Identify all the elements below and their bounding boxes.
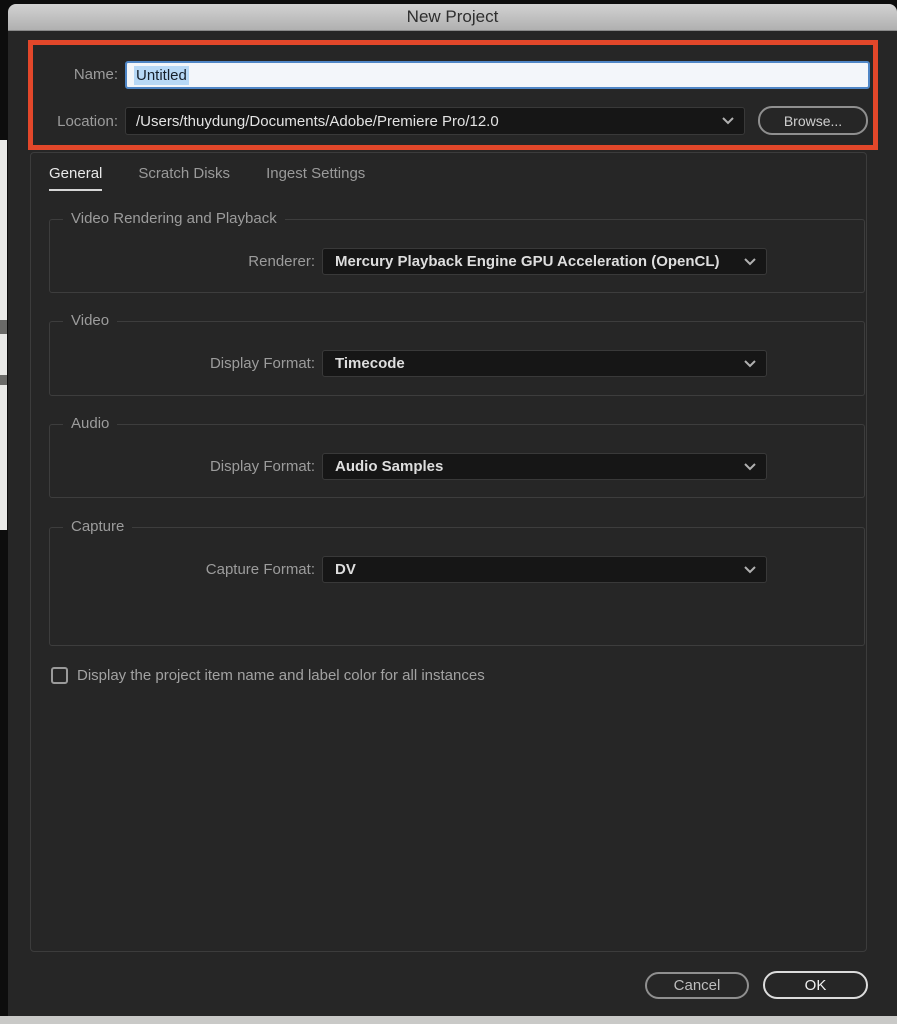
browse-button[interactable]: Browse...	[758, 106, 868, 135]
tab-ingest-settings[interactable]: Ingest Settings	[266, 165, 365, 191]
tab-general[interactable]: General	[49, 165, 102, 191]
settings-panel: General Scratch Disks Ingest Settings Vi…	[30, 152, 867, 952]
tab-bar: General Scratch Disks Ingest Settings	[49, 165, 365, 191]
ok-button[interactable]: OK	[763, 971, 868, 999]
audio-display-format-value: Audio Samples	[323, 458, 744, 475]
capture-format-value: DV	[323, 561, 744, 578]
browse-button-label: Browse...	[784, 113, 842, 129]
capture-format-label: Capture Format:	[50, 561, 315, 578]
location-value: /Users/thuydung/Documents/Adobe/Premiere…	[126, 113, 722, 130]
chevron-down-icon	[744, 566, 756, 574]
renderer-value: Mercury Playback Engine GPU Acceleration…	[323, 253, 744, 270]
renderer-label: Renderer:	[50, 253, 315, 270]
display-item-name-checkbox-label: Display the project item name and label …	[77, 667, 485, 684]
group-audio: Audio Display Format: Audio Samples	[49, 424, 865, 498]
display-item-name-checkbox-row: Display the project item name and label …	[51, 667, 485, 684]
chevron-down-icon	[744, 360, 756, 368]
desktop-background-strip	[0, 1016, 897, 1024]
chevron-down-icon	[722, 117, 734, 125]
group-audio-legend: Audio	[63, 415, 117, 432]
video-display-format-value: Timecode	[323, 355, 744, 372]
chevron-down-icon	[744, 463, 756, 471]
group-video-rendering-legend: Video Rendering and Playback	[63, 210, 285, 227]
ok-button-label: OK	[805, 977, 827, 994]
location-dropdown[interactable]: /Users/thuydung/Documents/Adobe/Premiere…	[125, 107, 745, 135]
background-window-edge	[0, 140, 7, 530]
new-project-dialog: New Project Name: Untitled Location: /Us…	[8, 4, 897, 1016]
audio-display-format-label: Display Format:	[50, 458, 315, 475]
cancel-button-label: Cancel	[674, 977, 721, 994]
dialog-title: New Project	[407, 7, 499, 27]
name-label: Name:	[30, 66, 118, 83]
cancel-button[interactable]: Cancel	[645, 972, 749, 999]
tab-scratch-disks[interactable]: Scratch Disks	[138, 165, 230, 191]
renderer-dropdown[interactable]: Mercury Playback Engine GPU Acceleration…	[322, 248, 767, 275]
capture-format-dropdown[interactable]: DV	[322, 556, 767, 583]
group-video-legend: Video	[63, 312, 117, 329]
display-item-name-checkbox[interactable]	[51, 667, 68, 684]
background-window-mark	[0, 320, 7, 334]
video-display-format-label: Display Format:	[50, 355, 315, 372]
audio-display-format-dropdown[interactable]: Audio Samples	[322, 453, 767, 480]
background-window-mark	[0, 375, 7, 385]
group-video-rendering: Video Rendering and Playback Renderer: M…	[49, 219, 865, 293]
group-capture: Capture Capture Format: DV	[49, 527, 865, 646]
project-name-value: Untitled	[134, 66, 189, 85]
dialog-titlebar[interactable]: New Project	[8, 4, 897, 31]
group-capture-legend: Capture	[63, 518, 132, 535]
video-display-format-dropdown[interactable]: Timecode	[322, 350, 767, 377]
location-label: Location:	[30, 113, 118, 130]
project-name-input[interactable]: Untitled	[125, 61, 870, 89]
chevron-down-icon	[744, 258, 756, 266]
group-video: Video Display Format: Timecode	[49, 321, 865, 396]
